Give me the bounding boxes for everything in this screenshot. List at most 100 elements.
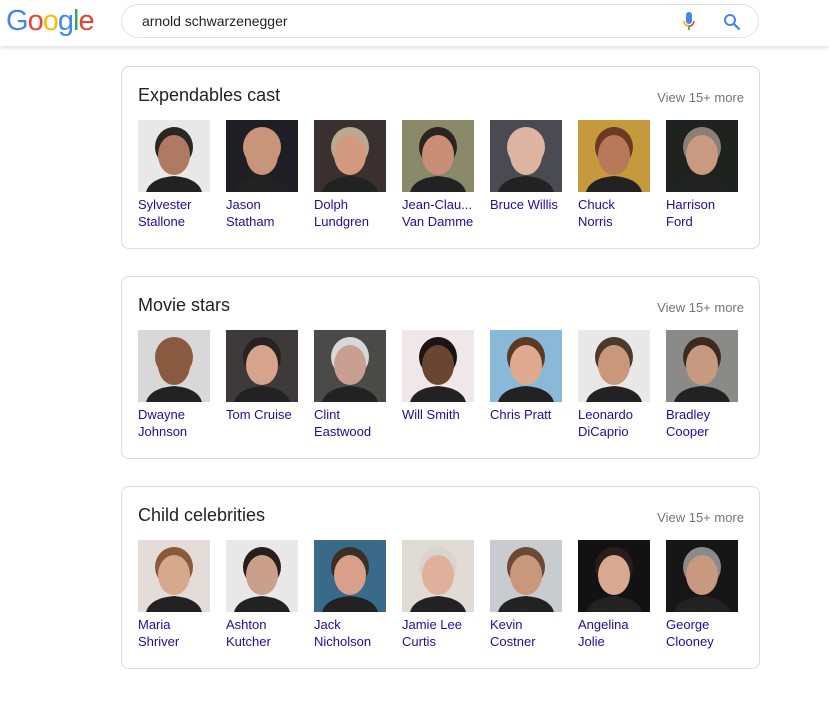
person-item[interactable]: Bruce Willis — [490, 120, 562, 230]
person-name-link[interactable]: Harrison Ford — [666, 196, 738, 230]
photo-face — [510, 345, 542, 385]
view-more-link[interactable]: View 15+ more — [657, 510, 744, 525]
person-photo[interactable] — [490, 120, 562, 192]
person-name-link[interactable]: Tom Cruise — [226, 406, 298, 423]
person-photo[interactable] — [666, 330, 738, 402]
card-title: Expendables cast — [138, 85, 281, 105]
person-photo[interactable] — [490, 540, 562, 612]
card-movie-stars: Movie stars View 15+ more Dwayne Johnson… — [121, 276, 760, 459]
person-name-link[interactable]: Jason Statham — [226, 196, 298, 230]
person-photo[interactable] — [490, 330, 562, 402]
person-name-link[interactable]: Jean-Clau... Van Damme — [402, 196, 474, 230]
person-name-link[interactable]: Chris Pratt — [490, 406, 562, 423]
person-photo[interactable] — [226, 540, 298, 612]
person-photo-image — [490, 330, 562, 402]
person-photo[interactable] — [402, 120, 474, 192]
photo-face — [246, 555, 278, 595]
person-photo[interactable] — [226, 120, 298, 192]
person-item[interactable]: Kevin Costner — [490, 540, 562, 650]
magnifier-icon[interactable] — [723, 13, 741, 31]
person-item[interactable]: Jack Nicholson — [314, 540, 386, 650]
person-item[interactable]: Tom Cruise — [226, 330, 298, 440]
person-name-link[interactable]: Kevin Costner — [490, 616, 562, 650]
person-name-link[interactable]: Sylvester Stallone — [138, 196, 210, 230]
person-name-link[interactable]: Will Smith — [402, 406, 474, 423]
person-photo-image — [138, 120, 210, 192]
view-more-link[interactable]: View 15+ more — [657, 300, 744, 315]
photo-face — [334, 345, 366, 385]
person-item[interactable]: Dolph Lundgren — [314, 120, 386, 230]
person-photo[interactable] — [226, 330, 298, 402]
photo-face — [334, 555, 366, 595]
logo-letter: o — [42, 5, 59, 37]
photo-face — [510, 135, 542, 175]
person-name-link[interactable]: Ashton Kutcher — [226, 616, 298, 650]
person-photo-image — [402, 120, 474, 192]
person-photo[interactable] — [138, 540, 210, 612]
person-item[interactable]: Jean-Clau... Van Damme — [402, 120, 474, 230]
person-item[interactable]: Will Smith — [402, 330, 474, 440]
person-photo[interactable] — [666, 120, 738, 192]
search-box[interactable] — [121, 4, 759, 38]
person-name-link[interactable]: Bruce Willis — [490, 196, 562, 213]
person-name-link[interactable]: Angelina Jolie — [578, 616, 650, 650]
person-item[interactable]: Leonardo DiCaprio — [578, 330, 650, 440]
person-photo[interactable] — [314, 120, 386, 192]
photo-face — [686, 135, 718, 175]
person-photo[interactable] — [578, 330, 650, 402]
person-photo[interactable] — [402, 330, 474, 402]
person-photo[interactable] — [402, 540, 474, 612]
person-item[interactable]: Chris Pratt — [490, 330, 562, 440]
person-name-link[interactable]: Dolph Lundgren — [314, 196, 386, 230]
person-item[interactable]: Chuck Norris — [578, 120, 650, 230]
photo-face — [158, 345, 190, 385]
person-photo[interactable] — [578, 540, 650, 612]
person-photo-image — [314, 540, 386, 612]
microphone-icon[interactable] — [682, 12, 696, 32]
view-more-link[interactable]: View 15+ more — [657, 90, 744, 105]
person-name-link[interactable]: Chuck Norris — [578, 196, 650, 230]
card-items: Dwayne Johnson Tom Cruise Clint Eastwood Wi… — [138, 330, 738, 440]
person-photo-image — [226, 330, 298, 402]
person-photo[interactable] — [314, 540, 386, 612]
card-expendables-cast: Expendables cast View 15+ more Sylvester… — [121, 66, 760, 249]
person-photo[interactable] — [314, 330, 386, 402]
card-items: Sylvester Stallone Jason Statham Dolph Lun… — [138, 120, 738, 230]
person-name-link[interactable]: George Clooney — [666, 616, 738, 650]
person-photo-image — [226, 120, 298, 192]
photo-face — [334, 135, 366, 175]
person-item[interactable]: Clint Eastwood — [314, 330, 386, 440]
photo-face — [422, 555, 454, 595]
person-photo[interactable] — [666, 540, 738, 612]
photo-face — [598, 555, 630, 595]
person-item[interactable]: Angelina Jolie — [578, 540, 650, 650]
person-name-link[interactable]: Maria Shriver — [138, 616, 210, 650]
person-name-link[interactable]: Dwayne Johnson — [138, 406, 210, 440]
card-title: Movie stars — [138, 295, 231, 315]
person-name-link[interactable]: Bradley Cooper — [666, 406, 738, 440]
person-item[interactable]: Harrison Ford — [666, 120, 738, 230]
photo-face — [158, 135, 190, 175]
person-item[interactable]: Maria Shriver — [138, 540, 210, 650]
google-logo[interactable]: Google — [6, 5, 95, 38]
photo-face — [422, 345, 454, 385]
person-photo[interactable] — [578, 120, 650, 192]
logo-letter: o — [27, 5, 44, 37]
person-name-link[interactable]: Leonardo DiCaprio — [578, 406, 650, 440]
person-item[interactable]: Ashton Kutcher — [226, 540, 298, 650]
person-item[interactable]: Dwayne Johnson — [138, 330, 210, 440]
person-name-link[interactable]: Clint Eastwood — [314, 406, 386, 440]
person-photo[interactable] — [138, 120, 210, 192]
search-input[interactable] — [142, 5, 662, 37]
person-item[interactable]: Jamie Lee Curtis — [402, 540, 474, 650]
person-item[interactable]: Bradley Cooper — [666, 330, 738, 440]
person-photo-image — [314, 330, 386, 402]
photo-face — [246, 345, 278, 385]
person-photo[interactable] — [138, 330, 210, 402]
person-name-link[interactable]: Jack Nicholson — [314, 616, 386, 650]
person-name-link[interactable]: Jamie Lee Curtis — [402, 616, 474, 650]
person-item[interactable]: Jason Statham — [226, 120, 298, 230]
photo-face — [686, 345, 718, 385]
person-item[interactable]: Sylvester Stallone — [138, 120, 210, 230]
person-item[interactable]: George Clooney — [666, 540, 738, 650]
